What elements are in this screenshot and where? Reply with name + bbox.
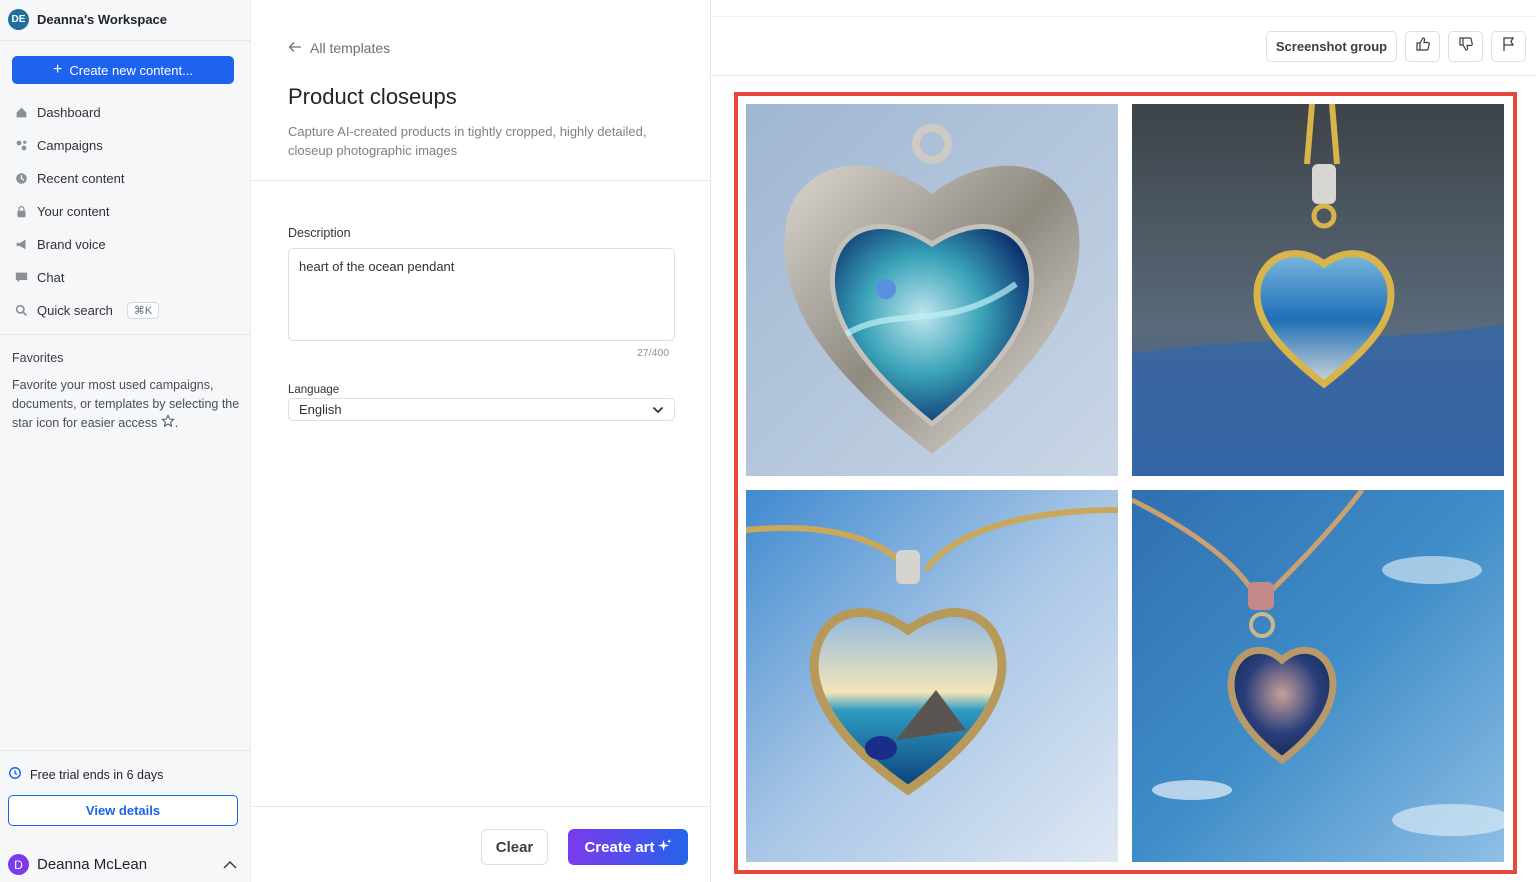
panel-divider	[711, 16, 1536, 17]
panel-divider	[252, 806, 711, 807]
nav-item-dashboard[interactable]: Dashboard	[14, 101, 101, 123]
nav-item-brand-voice[interactable]: Brand voice	[14, 233, 106, 255]
nav-item-chat[interactable]: Chat	[14, 266, 64, 288]
description-textarea[interactable]: heart of the ocean pendant	[288, 248, 675, 341]
home-icon	[14, 105, 29, 120]
sparkle-icon	[657, 838, 672, 857]
language-select[interactable]: English	[288, 398, 675, 421]
clear-button[interactable]: Clear	[481, 829, 548, 865]
create-new-content-label: Create new content...	[69, 62, 193, 78]
flag-icon	[1502, 36, 1516, 57]
pendant-image	[746, 104, 1118, 476]
pendant-image	[1132, 104, 1504, 476]
workspace-name: Deanna's Workspace	[37, 11, 168, 27]
thumbs-down-icon	[1458, 36, 1474, 57]
generated-image[interactable]	[1132, 490, 1504, 862]
nav-item-your-content[interactable]: Your content	[14, 200, 110, 222]
create-art-label: Create art	[584, 838, 655, 856]
megaphone-icon	[14, 237, 29, 252]
generated-image[interactable]	[746, 104, 1118, 476]
nav-label: Campaigns	[37, 137, 103, 153]
language-label: Language	[288, 384, 340, 396]
sidebar-divider	[0, 40, 251, 41]
nav-label: Recent content	[37, 170, 125, 186]
user-menu[interactable]: D Deanna McLean	[8, 854, 147, 875]
generated-image[interactable]	[1132, 104, 1504, 476]
lock-icon	[14, 204, 29, 219]
language-value: English	[299, 402, 342, 417]
chevron-up-icon[interactable]	[222, 858, 238, 872]
flag-button[interactable]	[1491, 31, 1526, 62]
user-name: Deanna McLean	[37, 856, 148, 873]
workspace-switcher[interactable]: DE Deanna's Workspace	[8, 8, 167, 30]
highlighted-image-grid	[734, 92, 1517, 874]
panel-divider	[252, 180, 711, 181]
sidebar-divider	[0, 750, 251, 751]
chat-icon	[14, 270, 29, 285]
shortcut-badge: ⌘K	[126, 301, 160, 319]
nav-item-recent-content[interactable]: Recent content	[14, 167, 124, 189]
trial-status: Free trial ends in 6 days	[8, 766, 163, 783]
thumbs-up-button[interactable]	[1405, 31, 1440, 62]
clock-icon	[14, 171, 29, 186]
favorites-period: .	[174, 416, 179, 430]
page-title: Product closeups	[288, 84, 457, 109]
nav-label: Quick search	[37, 302, 113, 318]
back-to-templates-link[interactable]: All templates	[288, 40, 390, 56]
timer-icon	[8, 766, 22, 783]
create-art-button[interactable]: Create art	[568, 829, 688, 865]
favorites-title: Favorites	[12, 351, 64, 365]
campaigns-icon	[14, 138, 29, 153]
avatar: D	[8, 854, 29, 875]
star-icon	[160, 414, 175, 430]
template-form-panel: All templates Product closeups Capture A…	[252, 0, 711, 882]
screenshot-group-button[interactable]: Screenshot group	[1266, 31, 1397, 62]
panel-divider	[711, 75, 1536, 76]
description-label: Description	[288, 226, 351, 240]
results-panel: Screenshot group	[711, 0, 1536, 882]
plus-icon: +	[53, 61, 63, 78]
workspace-badge: DE	[8, 8, 29, 30]
sidebar-divider	[0, 334, 251, 335]
nav-item-campaigns[interactable]: Campaigns	[14, 134, 103, 156]
trial-text: Free trial ends in 6 days	[30, 767, 164, 782]
pendant-image	[1132, 490, 1504, 862]
template-description: Capture AI-created products in tightly c…	[288, 124, 647, 158]
nav-label: Brand voice	[37, 236, 106, 252]
nav-item-quick-search[interactable]: Quick search ⌘K	[14, 299, 160, 321]
chevron-down-icon	[652, 402, 664, 417]
thumbs-down-button[interactable]	[1448, 31, 1483, 62]
pendant-image	[746, 490, 1118, 862]
sidebar: DE Deanna's Workspace + Create new conte…	[0, 0, 251, 882]
arrow-left-icon	[288, 40, 302, 56]
search-icon	[14, 303, 29, 318]
character-counter: 27/400	[637, 347, 670, 359]
create-new-content-button[interactable]: + Create new content...	[12, 56, 234, 84]
view-details-button[interactable]: View details	[8, 795, 238, 826]
favorites-text-body: Favorite your most used campaigns, docum…	[12, 378, 240, 430]
nav-label: Chat	[37, 269, 65, 285]
thumbs-up-icon	[1415, 36, 1431, 57]
favorites-text: Favorite your most used campaigns, docum…	[12, 376, 244, 433]
nav-label: Dashboard	[37, 104, 101, 120]
back-label: All templates	[310, 40, 391, 56]
nav-label: Your content	[37, 203, 110, 219]
generated-image[interactable]	[746, 490, 1118, 862]
